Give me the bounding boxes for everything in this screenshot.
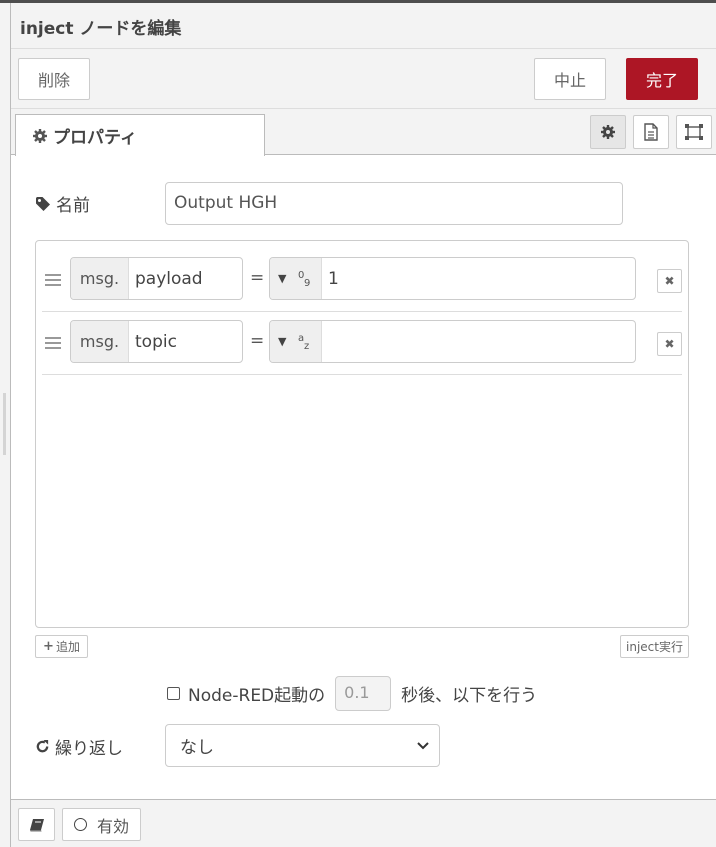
window-icon (685, 124, 703, 140)
value-type-selector[interactable]: ▼ a z (270, 321, 322, 362)
equals-sign: = (250, 268, 265, 288)
repeat-label: 繰り返し (35, 734, 123, 759)
tab-bar: プロパティ (11, 109, 716, 156)
caret-down-icon: ▼ (278, 335, 287, 348)
add-property-label: 追加 (55, 640, 80, 654)
value-type-selector[interactable]: ▼ 0 9 (270, 258, 322, 299)
repeat-label-text: 繰り返し (55, 739, 123, 759)
enabled-toggle[interactable]: 有効 (62, 808, 141, 841)
property-name-value[interactable]: topic (129, 321, 177, 362)
property-row-topic: msg. topic = ▼ a z ✖ (42, 312, 682, 375)
tab-appearance-button[interactable] (676, 115, 712, 149)
resize-handle[interactable] (3, 393, 6, 455)
add-property-button[interactable]: + 追加 (35, 635, 88, 658)
inject-once-label: Node-RED起動の (188, 685, 326, 706)
svg-text:z: z (304, 341, 309, 351)
refresh-icon (36, 739, 49, 753)
tray-toolbar: 削除 中止 完了 (11, 49, 716, 109)
msg-prefix: msg. (71, 258, 129, 299)
property-name-value[interactable]: payload (129, 258, 203, 299)
book-icon (29, 818, 44, 831)
tray-footer: 有効 (11, 799, 716, 847)
tab-settings-button[interactable] (590, 115, 626, 149)
drag-handle-icon[interactable] (45, 274, 61, 286)
property-value-field[interactable]: ▼ a z (269, 320, 636, 363)
delete-button[interactable]: 削除 (18, 58, 90, 100)
msg-prefix: msg. (71, 321, 129, 362)
name-input[interactable]: Output HGH (165, 182, 623, 225)
repeat-select[interactable]: なし (165, 724, 440, 767)
name-label: 名前 (35, 191, 90, 216)
property-name-field[interactable]: msg. topic (70, 320, 243, 363)
cancel-button[interactable]: 中止 (534, 58, 606, 100)
file-text-icon (644, 123, 658, 141)
tab-description-button[interactable] (633, 115, 669, 149)
property-name-field[interactable]: msg. payload (70, 257, 243, 300)
svg-text:9: 9 (304, 278, 310, 288)
tray-title: inject ノードを編集 (20, 19, 182, 39)
gear-icon (601, 125, 615, 139)
tab-properties[interactable]: プロパティ (15, 114, 265, 156)
inject-now-button[interactable]: inject実行 (620, 635, 689, 658)
enabled-label: 有効 (96, 816, 129, 836)
caret-down-icon: ▼ (278, 272, 287, 285)
once-delay-input[interactable]: 0.1 (335, 675, 392, 711)
property-value-text[interactable]: 1 (322, 258, 339, 299)
remove-property-button[interactable]: ✖ (657, 332, 682, 356)
plus-icon: + (43, 639, 54, 654)
equals-sign: = (250, 331, 265, 351)
property-value-text[interactable] (322, 321, 328, 362)
inject-once-checkbox[interactable] (167, 686, 180, 700)
string-type-icon: a z (298, 333, 309, 351)
tag-icon (36, 196, 50, 211)
chevron-down-icon (417, 741, 429, 749)
gear-icon (33, 128, 47, 143)
property-row-payload: msg. payload = ▼ 0 9 1 ✖ (42, 249, 682, 312)
remove-property-button[interactable]: ✖ (657, 269, 682, 293)
close-icon: ✖ (664, 274, 675, 288)
repeat-select-value: なし (180, 738, 214, 758)
drag-handle-icon[interactable] (45, 337, 61, 349)
close-icon: ✖ (664, 337, 675, 351)
properties-list: msg. payload = ▼ 0 9 1 ✖ msg. topic = ▼ … (35, 240, 689, 628)
done-button[interactable]: 完了 (626, 58, 698, 100)
inject-once-suffix: 秒後、以下を行う (401, 685, 538, 706)
number-type-icon: 0 9 (298, 270, 310, 288)
help-button[interactable] (18, 808, 55, 841)
property-value-field[interactable]: ▼ 0 9 1 (269, 257, 636, 300)
tab-properties-label: プロパティ (53, 128, 137, 148)
tray-header: inject ノードを編集 (11, 3, 716, 49)
edit-tray: inject ノードを編集 削除 中止 完了 プロパティ 名前 Output H… (10, 3, 716, 847)
name-label-text: 名前 (56, 196, 90, 216)
enabled-radio (73, 818, 87, 831)
inject-once-row: Node-RED起動の 0.1 秒後、以下を行う (167, 675, 537, 711)
